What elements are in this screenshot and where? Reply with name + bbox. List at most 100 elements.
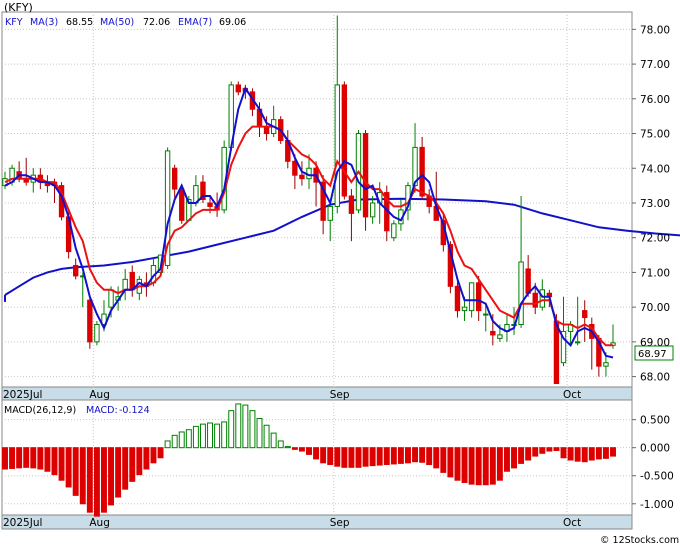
macd-bar: [433, 447, 440, 469]
watermark: © 12Stocks.com: [600, 535, 679, 546]
macd-bar: [574, 447, 581, 462]
macd-bar: [602, 447, 609, 459]
macd-bar: [567, 447, 574, 461]
price-tick-label: 75.00: [640, 129, 670, 141]
macd-bar: [503, 447, 510, 472]
price-tick-label: 71.00: [640, 267, 670, 279]
macd-bar: [51, 447, 58, 476]
macd-bar: [221, 421, 228, 449]
candle-body: [497, 334, 503, 339]
macd-bar: [405, 447, 411, 464]
candle-body: [483, 313, 489, 316]
candle-body: [171, 167, 178, 190]
macd-bar: [72, 447, 79, 496]
macd-bar: [369, 447, 376, 467]
macd-bar: [553, 447, 560, 451]
candle-body: [369, 202, 376, 218]
macd-bar: [334, 447, 341, 467]
candle-body: [539, 289, 545, 308]
macd-bar: [532, 447, 539, 457]
macd-bar: [129, 447, 136, 482]
price-legend: KFY MA(3) 68.55 MA(50) 72.06 EMA(7) 69.0…: [5, 17, 246, 28]
price-tick-label: 74.00: [640, 163, 670, 175]
macd-bar: [539, 447, 546, 454]
candle-body: [490, 330, 496, 336]
macd-bar: [37, 447, 44, 470]
macd-bar: [101, 447, 107, 513]
macd-bar: [23, 447, 30, 468]
macd-bar: [108, 447, 115, 506]
candle-body: [468, 282, 475, 312]
macd-bar: [30, 447, 37, 469]
macd-bar: [249, 410, 256, 449]
price-tick-label: 78.00: [640, 24, 670, 36]
price-tick-label: 77.00: [640, 59, 670, 71]
macd-bar: [610, 447, 616, 457]
macd-legend-title: MACD(26,12,9): [4, 405, 76, 416]
macd-bar: [115, 447, 122, 498]
candle-body: [362, 133, 369, 218]
candle-body: [348, 195, 355, 214]
macd-bar: [341, 447, 348, 468]
month-label: 2025Jul: [3, 389, 42, 401]
candle-body: [263, 126, 270, 135]
candle-body: [108, 289, 114, 308]
month-label: 2025Jul: [3, 517, 42, 529]
macd-bar: [447, 447, 454, 478]
candle-body: [122, 278, 128, 291]
macd-bar: [270, 432, 277, 449]
month-label: Oct: [563, 517, 581, 529]
macd-bar: [511, 447, 517, 469]
month-label: Aug: [89, 517, 110, 529]
candle-body: [582, 310, 588, 319]
price-tick-label: 73.00: [640, 198, 670, 210]
macd-bar: [164, 440, 171, 449]
macd-bar: [178, 431, 185, 449]
legend-ema7-value: 69.06: [219, 17, 246, 28]
macd-bar: [199, 423, 206, 449]
macd-bar: [44, 447, 51, 472]
month-label: Aug: [89, 389, 110, 401]
macd-bar: [242, 404, 249, 449]
macd-tick-label: 0.500: [640, 415, 670, 427]
macd-bar: [475, 447, 482, 486]
candle-body: [553, 320, 560, 385]
price-tick-label: 72.00: [640, 233, 670, 245]
candle-body: [73, 264, 79, 277]
candle-body: [341, 84, 348, 197]
month-label: Sep: [330, 389, 350, 401]
month-label: Oct: [563, 389, 581, 401]
legend-ma50-value: 72.06: [143, 17, 170, 28]
macd-bar: [440, 447, 447, 473]
macd-bar: [313, 447, 320, 460]
legend-ma3: MA(3): [30, 17, 58, 28]
macd-bar: [235, 403, 242, 449]
macd-bar: [171, 434, 178, 449]
macd-bar: [2, 447, 8, 470]
macd-bar: [9, 447, 16, 469]
last-price-tag: 68.97: [634, 345, 674, 361]
macd-bar: [412, 447, 419, 463]
macd-bar: [58, 447, 65, 481]
last-price-value: 68.97: [638, 349, 667, 360]
macd-bar: [454, 447, 461, 481]
macd-bar: [362, 447, 369, 467]
candle-body: [475, 282, 482, 312]
price-tick-label: 68.00: [640, 372, 670, 384]
macd-bar: [496, 447, 503, 481]
macd-bar: [355, 447, 362, 468]
macd-bar: [595, 447, 602, 460]
candle-body: [532, 292, 538, 308]
macd-legend-label: MACD:: [86, 405, 118, 416]
macd-bar: [192, 425, 199, 449]
macd-bar: [256, 418, 263, 449]
macd-bar: [263, 424, 270, 449]
macd-bar: [376, 447, 383, 466]
macd-bar: [298, 447, 305, 452]
macd-bar: [327, 447, 334, 466]
legend-ma3-value: 68.55: [66, 17, 93, 28]
candle-body: [327, 205, 333, 221]
candle-body: [574, 341, 581, 344]
candle-body: [525, 268, 531, 294]
candle-body: [461, 306, 468, 312]
